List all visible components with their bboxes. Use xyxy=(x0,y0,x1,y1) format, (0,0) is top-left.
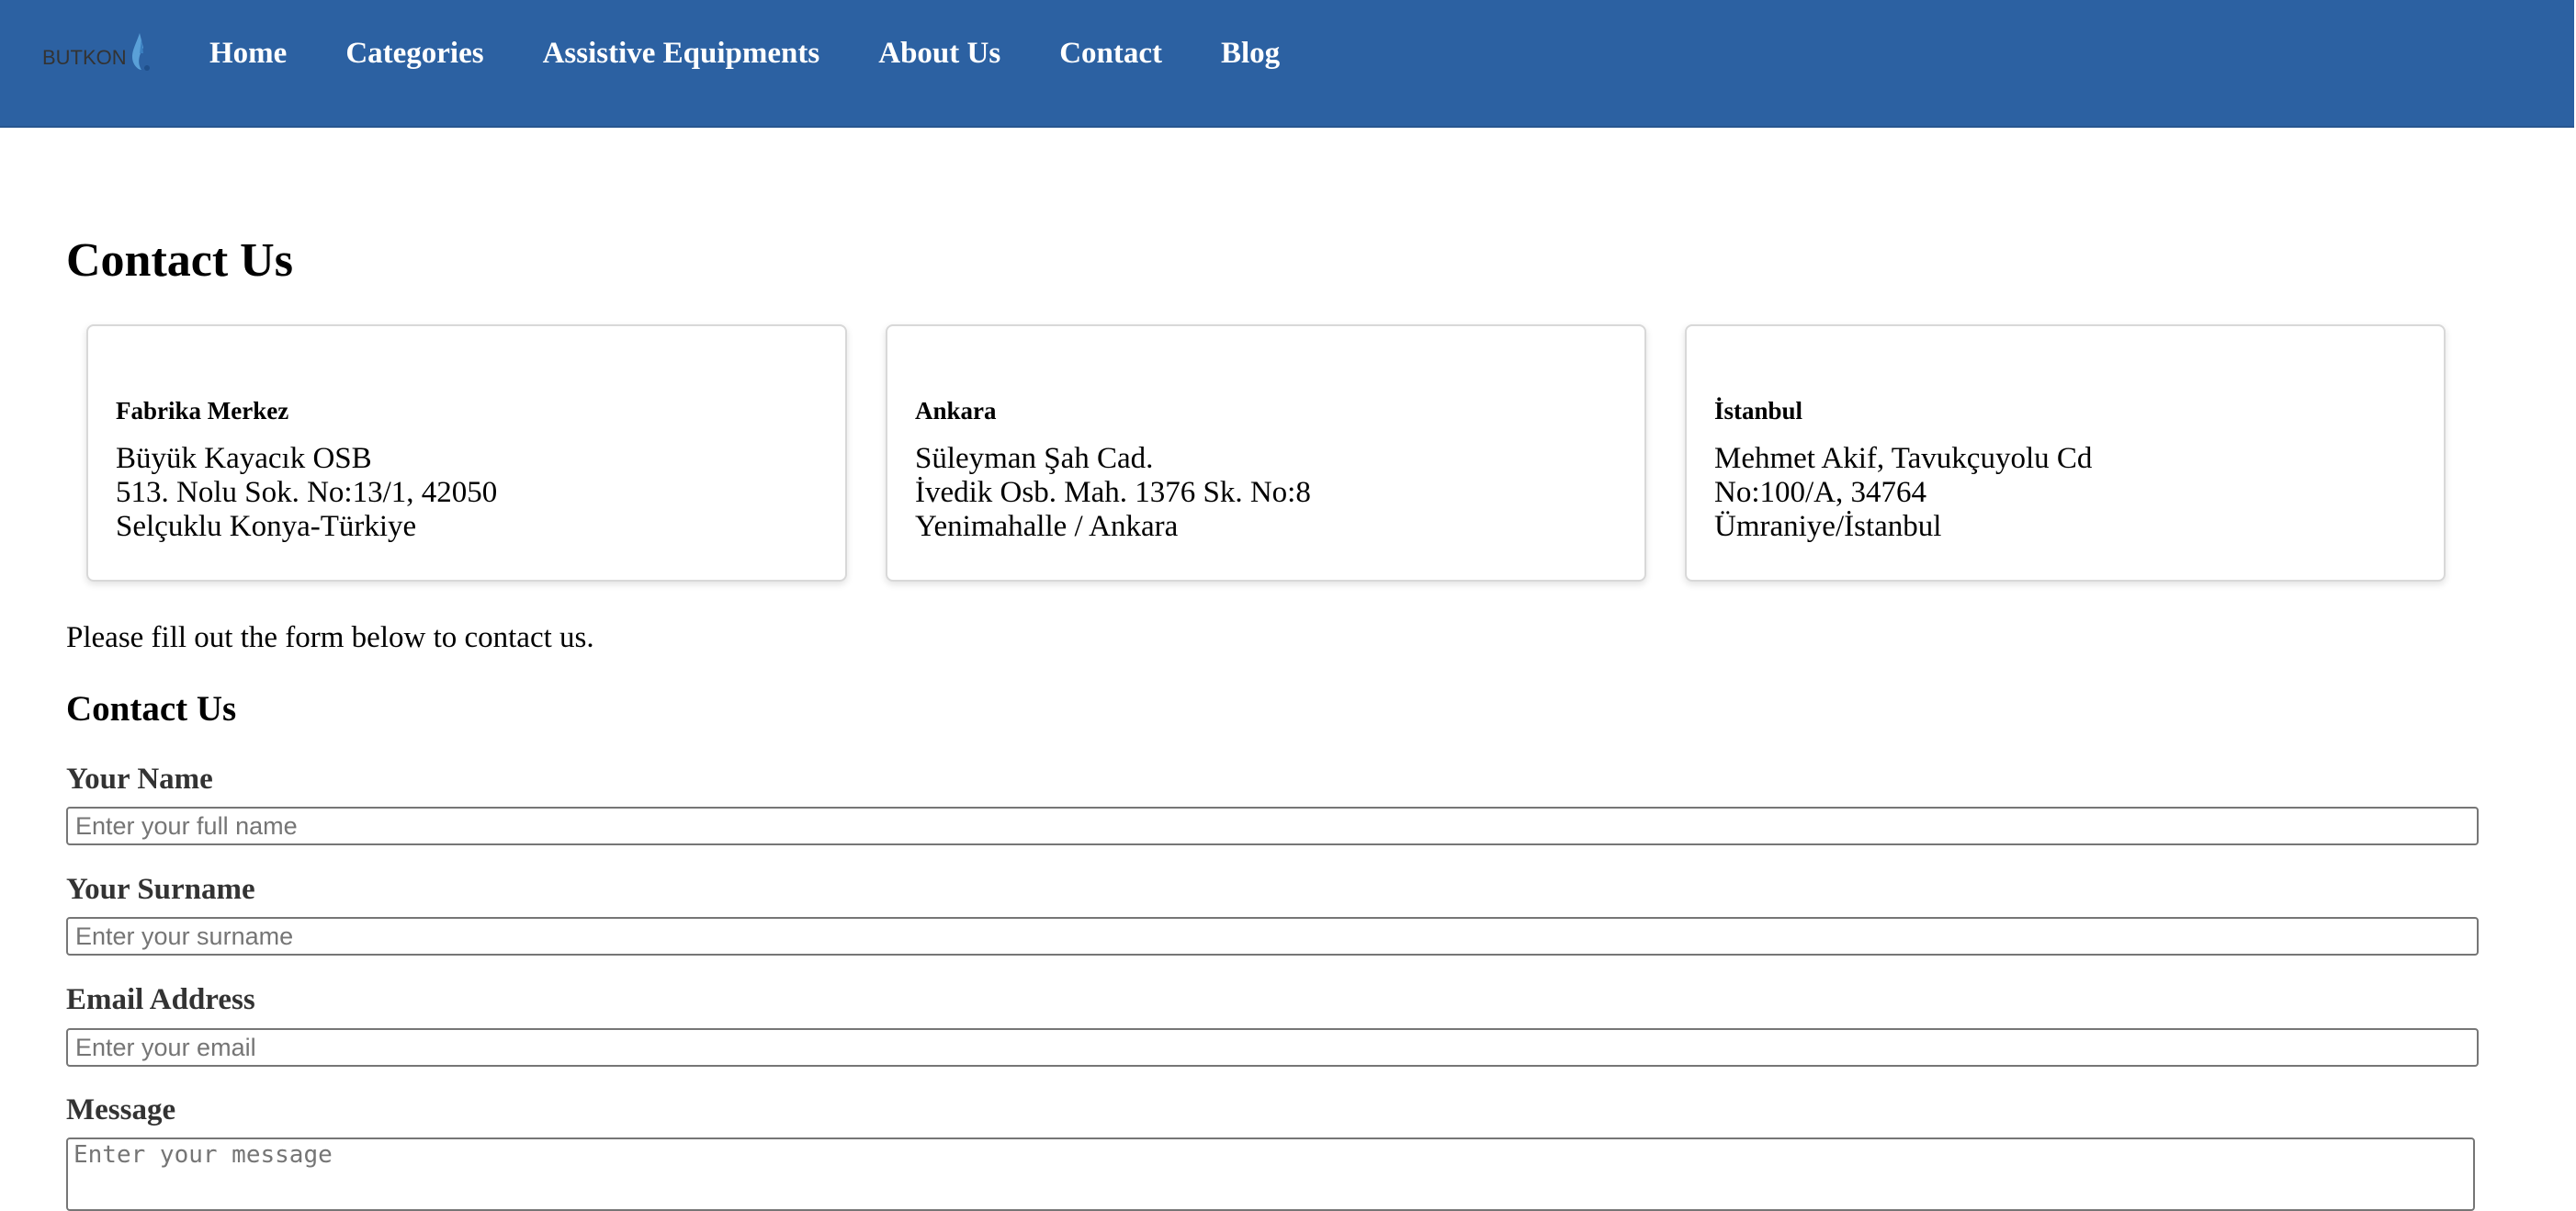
location-name: İstanbul xyxy=(1714,397,1803,424)
nav-categories[interactable]: Categories xyxy=(345,33,483,74)
address-line: No:100/A, 34764 xyxy=(1714,476,1926,509)
address-line: Büyük Kayacık OSB xyxy=(116,442,372,475)
address-line: Mehmet Akif, Tavukçuyolu Cd xyxy=(1714,442,2093,475)
address-line: Yenimahalle / Ankara xyxy=(915,510,1179,543)
address-line: Selçuklu Konya-Türkiye xyxy=(116,510,417,543)
page-title: Contact Us xyxy=(66,234,293,287)
logo-text: BUTKON xyxy=(42,46,127,69)
location-cards: Fabrika Merkez Büyük Kayacık OSB 513. No… xyxy=(86,324,2446,582)
email-input[interactable] xyxy=(66,1028,2479,1067)
email-label: Email Address xyxy=(66,983,255,1016)
location-card-konya: Fabrika Merkez Büyük Kayacık OSB 513. No… xyxy=(86,324,847,582)
location-card-ankara: Ankara Süleyman Şah Cad. İvedik Osb. Mah… xyxy=(886,324,1646,582)
main-nav: Home Categories Assistive Equipments Abo… xyxy=(209,33,1339,74)
logo-drop-icon xyxy=(132,33,150,71)
surname-input[interactable] xyxy=(66,917,2479,956)
message-textarea[interactable] xyxy=(66,1137,2475,1211)
address-line: Ümraniye/İstanbul xyxy=(1714,510,1942,543)
address-line: 513. Nolu Sok. No:13/1, 42050 xyxy=(116,476,498,509)
surname-label: Your Surname xyxy=(66,873,255,906)
nav-contact[interactable]: Contact xyxy=(1059,33,1162,74)
location-name: Ankara xyxy=(915,397,997,424)
nav-home[interactable]: Home xyxy=(209,33,287,74)
form-title: Contact Us xyxy=(66,689,237,729)
site-logo[interactable]: BUTKON xyxy=(39,31,154,77)
location-name: Fabrika Merkez xyxy=(116,397,289,424)
nav-about-us[interactable]: About Us xyxy=(878,33,1000,74)
address-line: Süleyman Şah Cad. xyxy=(915,442,1154,475)
name-label: Your Name xyxy=(66,763,213,796)
form-intro-text: Please fill out the form below to contac… xyxy=(66,621,594,654)
nav-blog[interactable]: Blog xyxy=(1221,33,1280,74)
nav-assistive-equipments[interactable]: Assistive Equipments xyxy=(543,33,820,74)
top-navigation-bar: BUTKON Home Categories Assistive Equipme… xyxy=(0,0,2574,128)
location-card-istanbul: İstanbul Mehmet Akif, Tavukçuyolu Cd No:… xyxy=(1685,324,2446,582)
name-input[interactable] xyxy=(66,807,2479,845)
message-label: Message xyxy=(66,1093,176,1126)
address-line: İvedik Osb. Mah. 1376 Sk. No:8 xyxy=(915,476,1311,509)
